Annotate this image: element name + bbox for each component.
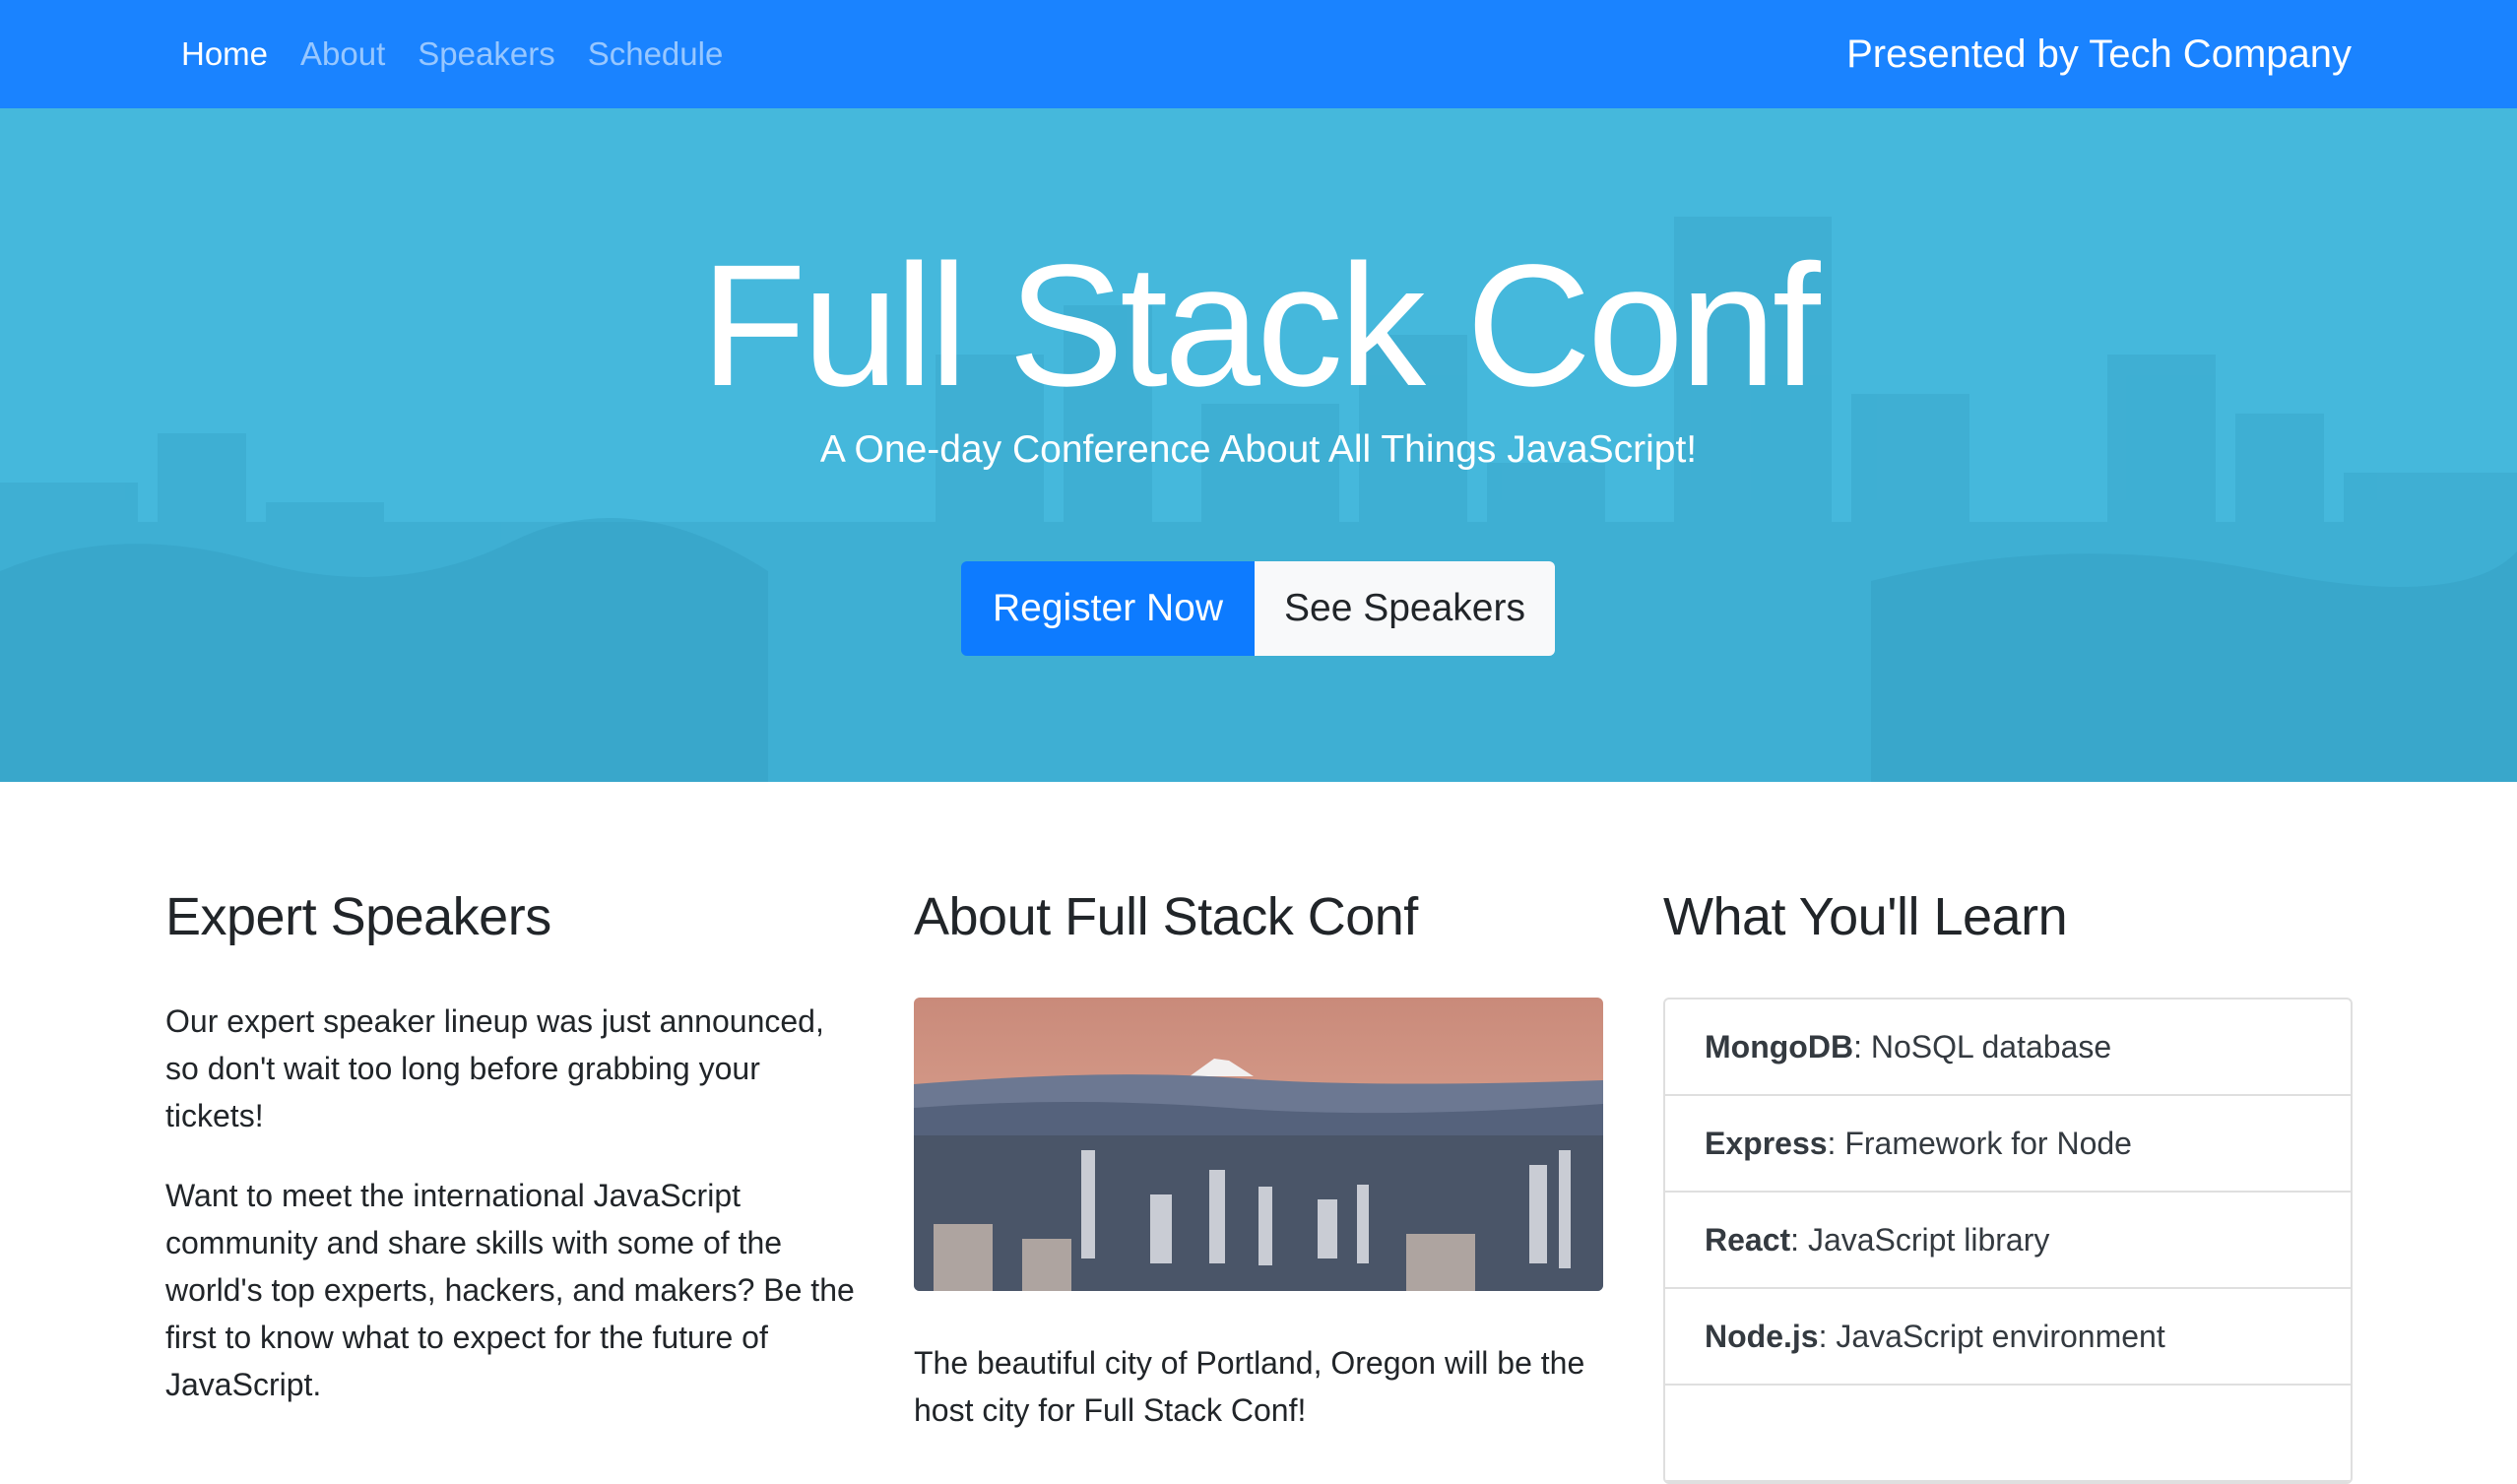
list-item-desc: : JavaScript library (1790, 1221, 2050, 1258)
list-item-term: React (1705, 1221, 1791, 1258)
about-column: About Full Stack Conf The beautiful city… (914, 886, 1603, 1428)
nav-links: Home About Speakers Schedule (181, 0, 755, 108)
speakers-heading: Expert Speakers (165, 887, 551, 946)
list-item-desc: : Framework for Node (1827, 1125, 2132, 1161)
portland-photo (914, 998, 1603, 1291)
list-item-desc: : JavaScript environment (1818, 1318, 2165, 1354)
navbar: Home About Speakers Schedule Presented b… (0, 0, 2517, 108)
learn-column: What You'll Learn MongoDB : NoSQL databa… (1663, 886, 2353, 1484)
hero-section: Full Stack Conf A One-day Conference Abo… (0, 108, 2517, 782)
nav-link-about[interactable]: About (300, 35, 385, 73)
nav-link-speakers[interactable]: Speakers (418, 35, 554, 73)
nav-link-home[interactable]: Home (181, 35, 268, 73)
about-text: The beautiful city of Portland, Oregon w… (914, 1345, 1585, 1428)
list-item (1665, 1386, 2351, 1482)
list-item: Express : Framework for Node (1665, 1096, 2351, 1193)
speakers-paragraph-2: Want to meet the international JavaScrip… (165, 1178, 855, 1402)
nav-link-schedule[interactable]: Schedule (588, 35, 724, 73)
navbar-brand[interactable]: Presented by Tech Company (1846, 0, 2352, 108)
speakers-paragraph-1: Our expert speaker lineup was just annou… (165, 1003, 824, 1133)
list-item: React : JavaScript library (1665, 1193, 2351, 1289)
speakers-column: Expert Speakers Our expert speaker lineu… (165, 886, 855, 1402)
hero-title: Full Stack Conf (700, 229, 1820, 422)
see-speakers-button[interactable]: See Speakers (1255, 561, 1555, 656)
learn-heading: What You'll Learn (1663, 887, 2068, 946)
hero-button-group: Register Now See Speakers (961, 561, 1555, 656)
list-item-term: Node.js (1705, 1318, 1819, 1354)
list-item-term: Express (1705, 1125, 1828, 1161)
list-item-term: MongoDB (1705, 1028, 1854, 1065)
about-heading: About Full Stack Conf (914, 887, 1418, 946)
list-item: Node.js : JavaScript environment (1665, 1289, 2351, 1386)
list-item-desc: : NoSQL database (1853, 1028, 2112, 1065)
hero-subtitle: A One-day Conference About All Things Ja… (819, 428, 1698, 471)
learn-list: MongoDB : NoSQL database Express : Frame… (1663, 998, 2353, 1484)
list-item: MongoDB : NoSQL database (1665, 1000, 2351, 1096)
register-now-button[interactable]: Register Now (961, 561, 1255, 656)
